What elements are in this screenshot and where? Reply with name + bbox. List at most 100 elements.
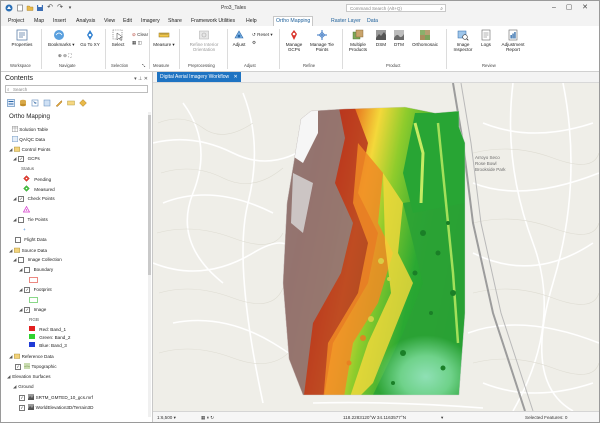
go-to-xy-button[interactable]: Go To XY	[79, 29, 101, 47]
tab-raster-layer[interactable]: Raster Layer	[329, 17, 363, 25]
select-by-attributes-icon[interactable]: ▦	[132, 40, 136, 45]
close-icon[interactable]: ✕	[580, 3, 590, 13]
tree-item-solution-table[interactable]: Solution Table	[12, 126, 48, 134]
tree-item-reference-data[interactable]: ◢ Reference Data	[9, 353, 54, 361]
boundary-visibility-checkbox[interactable]	[24, 267, 31, 273]
list-by-editing-icon[interactable]	[43, 99, 51, 107]
image-inspector-button[interactable]: Image Inspector	[451, 29, 475, 52]
dtm-button[interactable]: DTM	[392, 29, 406, 47]
check-points-visibility-checkbox[interactable]: ✓	[18, 196, 25, 202]
full-extent-icon[interactable]: ⛶	[68, 53, 71, 58]
zoom-in-icon[interactable]: ⊕	[58, 53, 62, 58]
tree-item-tie-points[interactable]: ◢ Tie Points	[13, 217, 48, 223]
tree-root-ortho-mapping[interactable]: Ortho Mapping	[9, 113, 50, 120]
srtm-visibility-checkbox[interactable]: ✓	[19, 395, 25, 401]
reset-button[interactable]: ↺ Reset ▾	[252, 32, 273, 38]
tab-insert[interactable]: Insert	[51, 17, 68, 25]
tree-item-image[interactable]: ◢ ✓ Image	[19, 307, 46, 313]
tree-item-check-points[interactable]: ◢ ✓ Check Points	[13, 196, 55, 202]
close-tab-icon[interactable]: ✕	[234, 74, 238, 80]
tab-edit[interactable]: Edit	[121, 17, 134, 25]
logs-button[interactable]: Logs	[478, 29, 494, 47]
image-visibility-checkbox[interactable]: ✓	[24, 307, 31, 313]
tab-analysis[interactable]: Analysis	[74, 17, 97, 25]
collapse-arrow-icon[interactable]: ◢	[19, 307, 23, 313]
undo-icon[interactable]: ↶	[46, 4, 54, 12]
collapse-arrow-icon[interactable]: ◢	[13, 196, 17, 202]
tab-map[interactable]: Map	[32, 17, 46, 25]
tree-item-srtm[interactable]: ✓ SRTM_GMTED_10_gcs.mrf	[19, 394, 93, 402]
flight-data-visibility-checkbox[interactable]	[15, 237, 21, 243]
redo-icon[interactable]: ↷	[56, 4, 64, 12]
maximize-icon[interactable]: ▢	[564, 3, 574, 13]
grid-icon[interactable]: ▦	[201, 415, 205, 420]
tree-item-footprint[interactable]: ◢ ✓ Footprint	[19, 287, 52, 293]
auto-hide-icon[interactable]: ⊥	[138, 76, 142, 82]
tab-view[interactable]: View	[102, 17, 117, 25]
select-by-location-icon[interactable]: ◫	[138, 40, 142, 45]
adjustment-report-button[interactable]: Adjustment Report	[498, 29, 528, 52]
command-search-input[interactable]: Command Search (Alt+Q) ⌕	[346, 4, 446, 12]
scale-selector[interactable]: 1:6,500 ▾	[157, 412, 176, 422]
measure-button[interactable]: Measure ▾	[152, 29, 176, 47]
manage-tie-points-button[interactable]: Manage Tie Points	[309, 29, 335, 52]
contents-search-input[interactable]: ⌕ Search	[5, 85, 148, 93]
collapse-arrow-icon[interactable]: ◢	[13, 217, 17, 223]
list-by-drawing-order-icon[interactable]	[7, 99, 15, 107]
tab-imagery[interactable]: Imagery	[139, 17, 162, 25]
tie-points-visibility-checkbox[interactable]	[18, 217, 25, 223]
adjust-options-icon[interactable]: ⚙	[252, 40, 256, 46]
refine-interior-orientation-button[interactable]: Refine Interior Orientation	[183, 29, 225, 52]
image-collection-visibility-checkbox[interactable]	[18, 257, 25, 263]
collapse-arrow-icon[interactable]: ◢	[19, 287, 23, 293]
selection-launcher-icon[interactable]: ⤡	[142, 63, 145, 68]
collapse-arrow-icon[interactable]: ◢	[9, 248, 13, 254]
tree-item-flight-data[interactable]: Flight Data	[15, 237, 47, 243]
properties-button[interactable]: Properties	[9, 29, 35, 47]
tab-framework-utilities[interactable]: Framework Utilities	[189, 17, 237, 25]
collapse-arrow-icon[interactable]: ◢	[13, 156, 17, 162]
gcps-visibility-checkbox[interactable]: ✓	[18, 156, 25, 162]
list-by-labeling-icon[interactable]	[67, 99, 75, 107]
collapse-arrow-icon[interactable]: ◢	[13, 384, 17, 390]
list-by-perspective-icon[interactable]	[79, 99, 87, 107]
tab-project[interactable]: Project	[6, 17, 26, 25]
select-button[interactable]: Select	[107, 29, 129, 47]
collapse-arrow-icon[interactable]: ◢	[13, 257, 17, 263]
multiple-products-button[interactable]: Multiple Products	[345, 29, 371, 52]
tree-item-qa-qc-data[interactable]: QA/QC Data	[12, 136, 45, 144]
close-pane-icon[interactable]: ✕	[144, 76, 148, 82]
adjust-button[interactable]: Adjust	[229, 29, 249, 47]
tree-item-image-collection[interactable]: ◢ Image Collection	[13, 257, 62, 263]
zoom-out-icon[interactable]: ⊖	[63, 53, 67, 58]
list-by-data-source-icon[interactable]	[19, 99, 27, 107]
footprint-visibility-checkbox[interactable]: ✓	[24, 287, 31, 293]
pause-drawing-icon[interactable]: ⏸	[207, 415, 209, 420]
collapse-arrow-icon[interactable]: ◢	[9, 354, 13, 360]
topographic-visibility-checkbox[interactable]: ✓	[15, 364, 21, 370]
orthomosaic-button[interactable]: Orthomosaic	[410, 29, 440, 47]
list-by-selection-icon[interactable]	[31, 99, 39, 107]
contents-scrollbar-thumb[interactable]	[148, 115, 151, 275]
tree-item-elevation-surfaces[interactable]: ◢ Elevation Surfaces	[7, 374, 51, 380]
tree-item-control-points[interactable]: ◢ Control Points	[9, 146, 50, 154]
tree-item-world-elevation[interactable]: ✓ WorldElevation3D/Terrain3D	[19, 404, 93, 412]
dsm-button[interactable]: DSM	[374, 29, 388, 47]
clear-button[interactable]: ⊘ Clear	[132, 32, 148, 38]
map-view[interactable]: Digital Aerial Imagery Workflow ✕ Arroyo…	[153, 72, 599, 422]
folder-open-icon[interactable]	[26, 4, 34, 12]
world-elevation-visibility-checkbox[interactable]: ✓	[19, 405, 25, 411]
customize-dropdown-icon[interactable]: ▾	[66, 4, 74, 12]
tree-item-ground[interactable]: ◢ Ground	[13, 384, 34, 390]
tab-share[interactable]: Share	[166, 17, 184, 25]
list-by-snapping-icon[interactable]	[55, 99, 63, 107]
tree-item-source-data[interactable]: ◢ Source Data	[9, 247, 47, 255]
bookmarks-button[interactable]: Bookmarks ▾	[48, 42, 78, 47]
collapse-arrow-icon[interactable]: ◢	[19, 267, 23, 273]
tab-help[interactable]: Help	[244, 17, 259, 25]
new-project-icon[interactable]	[16, 4, 24, 12]
save-icon[interactable]	[36, 4, 44, 12]
map-canvas[interactable]: Arroyo Seco Rose Bowl Brookside Park	[153, 82, 599, 412]
collapse-arrow-icon[interactable]: ◢	[7, 374, 11, 380]
coordinate-dropdown-icon[interactable]: ▾	[441, 412, 443, 422]
